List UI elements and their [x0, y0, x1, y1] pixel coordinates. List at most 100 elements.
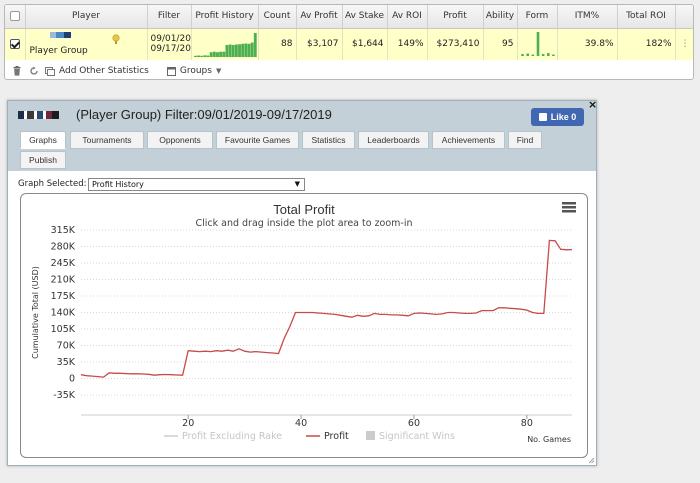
tab-opponents[interactable]: Opponents	[147, 131, 213, 149]
col-header-av-roi[interactable]: Av ROI	[387, 5, 428, 29]
form-bar	[536, 31, 539, 56]
groups-dropdown[interactable]: Groups ▼	[166, 66, 221, 76]
y-tick-label: 245K	[51, 258, 76, 269]
add-other-statistics-label: Add Other Statistics	[59, 66, 149, 76]
window-color-icons	[18, 111, 59, 119]
form-bar	[546, 52, 550, 56]
graph-selected-label: Graph Selected:	[18, 179, 87, 189]
delete-button[interactable]	[11, 66, 23, 76]
filter-end-date: 09/17/20	[150, 44, 191, 55]
row-checkbox[interactable]	[9, 39, 20, 49]
sparkline-bar	[253, 33, 257, 58]
select-all-header[interactable]	[5, 5, 26, 29]
form-bar	[531, 54, 534, 56]
sparkline-bar	[209, 52, 213, 58]
graph-select-dropdown[interactable]: Profit History ▼	[88, 178, 305, 191]
col-header-form[interactable]: Form	[517, 5, 558, 29]
legend-item[interactable]: Profit Excluding Rake	[164, 431, 282, 442]
ability-cell: 95	[483, 28, 518, 60]
y-tick-label: 35K	[57, 357, 76, 368]
chart-menu-icon[interactable]	[562, 202, 576, 213]
col-header-itm[interactable]: ITM%	[557, 5, 618, 29]
chevron-down-icon: ▼	[294, 180, 300, 188]
col-header-profit-history[interactable]: Profit History	[191, 5, 259, 29]
col-header-ability[interactable]: Ability	[483, 5, 518, 29]
x-tick-label: 40	[295, 418, 307, 429]
col-header-total-roi[interactable]: Total ROI	[617, 5, 676, 29]
profit-cell: $273,410	[427, 28, 484, 60]
col-header-av-stake[interactable]: Av Stake	[342, 5, 388, 29]
results-grid: Player Filter Profit History Count Av Pr…	[4, 4, 694, 80]
refresh-button[interactable]	[29, 66, 39, 76]
sparkline-bar	[234, 44, 238, 58]
sparkline-bar	[212, 51, 216, 58]
col-header-extra	[675, 5, 693, 29]
chart-container[interactable]: Total Profit Click and drag inside the pl…	[20, 193, 588, 458]
col-header-filter[interactable]: Filter	[147, 5, 192, 29]
av-roi-cell: 149%	[387, 28, 428, 60]
row-expand-cell[interactable]: ⋮	[675, 28, 693, 60]
groups-label: Groups	[179, 66, 212, 76]
sparkline-bar	[228, 44, 231, 58]
y-axis-label: Cumulative Total (USD)	[31, 266, 40, 359]
sparkline-bar	[221, 51, 225, 58]
chart-legend: Profit Excluding Rake Profit Significant W…	[164, 431, 455, 442]
player-icons	[49, 31, 71, 40]
tab-leaderboards[interactable]: Leaderboards	[358, 131, 429, 149]
tab-graphs[interactable]: Graphs	[20, 131, 66, 149]
add-other-statistics-button[interactable]: Add Other Statistics	[45, 66, 149, 76]
sparkline-bar	[196, 55, 200, 58]
tab-achievements[interactable]: Achievements	[432, 131, 505, 149]
form-bars	[520, 31, 555, 56]
tab-statistics[interactable]: Statistics	[302, 131, 355, 149]
y-tick-label: 70K	[57, 341, 76, 352]
trash-icon	[13, 66, 21, 76]
profit-history-cell	[191, 28, 259, 60]
col-header-av-profit[interactable]: Av Profit	[296, 5, 343, 29]
filter-cell: 09/01/20 09/17/20	[147, 28, 192, 60]
x-tick-label: 60	[408, 418, 420, 429]
profit-series-line[interactable]	[80, 239, 573, 378]
col-header-profit[interactable]: Profit	[427, 5, 484, 29]
sparkline-bar	[237, 44, 241, 58]
facebook-like-button[interactable]: Like 0	[531, 108, 584, 126]
resize-handle-icon[interactable]	[588, 457, 595, 464]
player-name: Player Group	[29, 46, 88, 56]
sparkline-bar	[225, 45, 228, 58]
col-header-player[interactable]: Player	[25, 5, 148, 29]
chart-subtitle: Click and drag inside the plot area to z…	[195, 218, 412, 229]
player-group-window: (Player Group) Filter:09/01/2019-09/17/2…	[7, 98, 597, 466]
legend-item[interactable]: Significant Wins	[366, 431, 455, 442]
graph-select-value: Profit History	[92, 180, 144, 189]
close-icon[interactable]: ×	[588, 98, 597, 111]
tab-favourite-games[interactable]: Favourite Games	[216, 131, 299, 149]
player-cell[interactable]: Player Group	[25, 28, 148, 60]
table-row[interactable]: Player Group 09/01/20 09/17/20 88 $3,107…	[5, 28, 693, 60]
trophy-icon	[111, 33, 120, 44]
profit-history-sparkline	[193, 33, 257, 58]
col-header-count[interactable]: Count	[258, 5, 297, 29]
y-tick-label: 315K	[51, 225, 76, 236]
itm-cell: 39.8%	[557, 28, 618, 60]
tab-publish[interactable]: Publish	[20, 151, 66, 169]
sparkline-bar	[250, 42, 254, 58]
row-select-cell[interactable]	[5, 28, 26, 60]
sparkline-bar	[243, 43, 247, 58]
legend-label: Profit Excluding Rake	[182, 431, 282, 442]
tab-find[interactable]: Find	[508, 131, 542, 149]
tab-tournaments[interactable]: Tournaments	[70, 131, 144, 149]
legend-label: Significant Wins	[379, 431, 455, 442]
total-profit-chart[interactable]: Total ProfitClick and drag inside the pl…	[21, 194, 587, 457]
legend-item[interactable]: Profit	[306, 431, 349, 442]
sparkline-bar	[199, 56, 203, 58]
sparkline-bar	[206, 55, 209, 58]
legend-label: Profit	[324, 431, 349, 442]
form-bar	[551, 54, 555, 56]
window-title: (Player Group) Filter:09/01/2019-09/17/2…	[76, 107, 332, 122]
total-roi-cell: 182%	[617, 28, 676, 60]
av-profit-cell: $3,107	[296, 28, 343, 60]
form-bar	[525, 53, 529, 56]
sparkline-bar	[202, 55, 206, 58]
groups-icon	[166, 66, 176, 76]
select-all-checkbox[interactable]	[9, 11, 20, 21]
